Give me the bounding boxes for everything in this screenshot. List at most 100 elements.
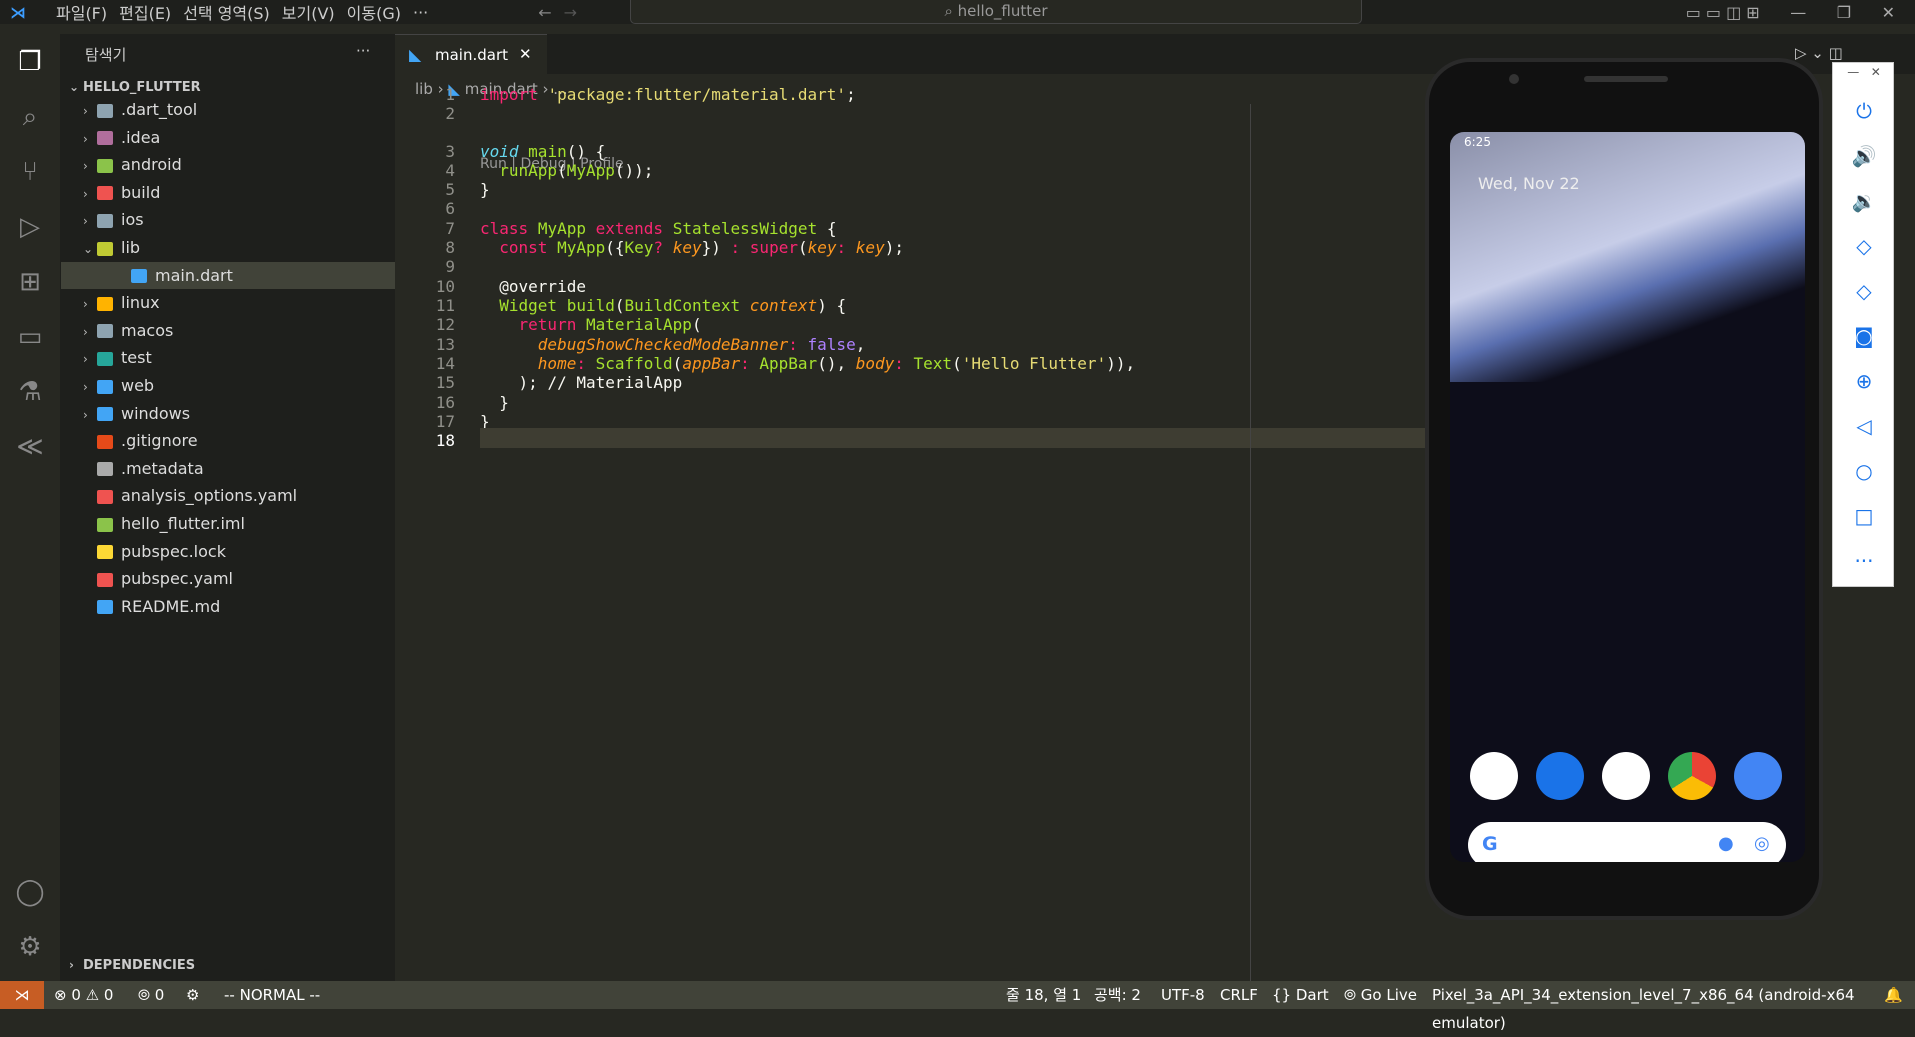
screenshot-icon[interactable]: ◙ xyxy=(1833,324,1895,348)
chevron-icon: › xyxy=(83,104,88,118)
phone-date: Wed, Nov 22 xyxy=(1478,174,1580,193)
tree-item[interactable]: pubspec.yaml xyxy=(61,565,395,592)
account-icon[interactable]: ◯ xyxy=(12,874,48,910)
indentation[interactable]: 공백: 2 xyxy=(1094,981,1141,1009)
messages-app-icon[interactable] xyxy=(1536,752,1584,800)
folder-icon xyxy=(97,296,113,311)
camera-app-icon[interactable] xyxy=(1734,752,1782,800)
run-debug-icon[interactable]: ▷ xyxy=(12,209,48,245)
forward-arrow-icon[interactable]: → xyxy=(564,3,577,22)
code-editor[interactable]: lib › ◣ main.dart › ... 1 2 3 4 5 6 7 8 9 10 11 12 1… xyxy=(395,74,1425,981)
tree-item[interactable]: › build xyxy=(61,179,395,206)
tree-item[interactable]: analysis_options.yaml xyxy=(61,482,395,509)
tree-item-label: lib xyxy=(121,238,141,257)
tree-item[interactable]: ⌄ lib xyxy=(61,234,395,261)
tree-item[interactable]: pubspec.lock xyxy=(61,538,395,565)
power-icon[interactable]: ⏻ xyxy=(1833,99,1895,123)
menu-go[interactable]: 이동(G) xyxy=(347,0,401,24)
mic-icon[interactable]: ● xyxy=(1718,833,1734,854)
search-icon: ⌕ xyxy=(944,2,953,20)
ports-status[interactable]: ⦾ 0 xyxy=(138,981,164,1009)
run-icon[interactable]: ▷ ⌄ ◫ xyxy=(1795,44,1843,62)
android-emulator[interactable]: 6:25 Wed, Nov 22 G ● ◎ xyxy=(1425,58,1823,920)
tree-item[interactable]: › ios xyxy=(61,206,395,233)
volume-up-icon[interactable]: 🔊 xyxy=(1833,144,1895,168)
menu-edit[interactable]: 편집(E) xyxy=(119,0,171,24)
tree-item[interactable]: › web xyxy=(61,372,395,399)
menu-file[interactable]: 파일(F) xyxy=(56,0,107,24)
cursor-position[interactable]: 줄 18, 열 1 xyxy=(1006,981,1081,1009)
home-icon[interactable]: ○ xyxy=(1833,459,1895,483)
back-icon[interactable]: ◁ xyxy=(1833,414,1895,438)
language-mode[interactable]: {} Dart xyxy=(1272,981,1329,1009)
explorer-more-button[interactable]: ··· xyxy=(356,42,370,60)
emulator-window-controls[interactable]: — ✕ xyxy=(1833,65,1895,79)
ruler xyxy=(1250,104,1251,981)
flutter-icon[interactable]: ≪ xyxy=(12,429,48,465)
menu-view[interactable]: 보기(V) xyxy=(282,0,335,24)
chevron-icon: › xyxy=(83,214,88,229)
line-ending[interactable]: CRLF xyxy=(1220,981,1258,1009)
source-control-icon[interactable]: ⑂ xyxy=(12,154,48,190)
tree-item-label: README.md xyxy=(121,596,221,616)
notifications-icon[interactable]: 🔔 xyxy=(1884,981,1903,1009)
tab-main-dart[interactable]: ◣ main.dart ✕ xyxy=(395,34,547,74)
rotate-left-icon[interactable]: ◇ xyxy=(1833,234,1895,258)
remote-explorer-icon[interactable]: ▭ xyxy=(12,319,48,355)
root-label: HELLO_FLUTTER xyxy=(83,80,201,95)
tree-item[interactable]: README.md xyxy=(61,593,395,620)
gmail-app-icon[interactable] xyxy=(1602,752,1650,800)
explorer-icon[interactable]: ❐ xyxy=(12,44,48,80)
debug-icon[interactable]: ⚙ xyxy=(186,981,199,1009)
dependencies-section[interactable]: › DEPENDENCIES xyxy=(69,958,195,973)
back-arrow-icon[interactable]: ← xyxy=(538,3,551,22)
testing-icon[interactable]: ⚗ xyxy=(12,374,48,410)
tree-item[interactable]: › linux xyxy=(61,289,395,316)
tree-item[interactable]: › .idea xyxy=(61,124,395,151)
more-icon[interactable]: ··· xyxy=(1833,549,1895,573)
tree-item[interactable]: › macos xyxy=(61,317,395,344)
line-number: 18 xyxy=(435,431,455,450)
chevron-icon: › xyxy=(83,380,88,394)
problems-count[interactable]: ⊗ 0 ⚠ 0 xyxy=(54,981,113,1009)
tab-close-icon[interactable]: ✕ xyxy=(519,45,532,63)
explorer-sidebar: 탐색기 ··· ⌄ HELLO_FLUTTER › .dart_tool › .idea… xyxy=(61,34,395,981)
flutter-device[interactable]: Pixel_3a_API_34_extension_level_7_x86_64… xyxy=(1432,981,1915,1037)
tree-item[interactable]: › windows xyxy=(61,400,395,427)
phone-app-icon[interactable] xyxy=(1470,752,1518,800)
window-controls[interactable]: ▭ ▭ ◫ ⊞ — ❐ ✕ xyxy=(1686,3,1895,22)
go-live-label: Go Live xyxy=(1360,986,1417,1004)
go-live-button[interactable]: ⦾ Go Live xyxy=(1344,981,1417,1009)
remote-icon[interactable]: ⋊ xyxy=(0,981,44,1009)
encoding[interactable]: UTF-8 xyxy=(1161,981,1205,1009)
tree-item-label: main.dart xyxy=(155,265,233,285)
extensions-icon[interactable]: ⊞ xyxy=(12,264,48,300)
rotate-right-icon[interactable]: ◇ xyxy=(1833,279,1895,303)
search-icon[interactable]: ⌕ xyxy=(12,99,48,135)
tree-item[interactable]: › .dart_tool xyxy=(61,96,395,123)
overview-icon[interactable]: □ xyxy=(1833,504,1895,528)
ports-count: 0 xyxy=(154,986,165,1004)
line-number: 9 xyxy=(445,257,455,276)
tree-item[interactable]: hello_flutter.iml xyxy=(61,510,395,537)
tree-item[interactable]: .gitignore xyxy=(61,427,395,454)
phone-screen[interactable]: 6:25 Wed, Nov 22 G ● ◎ xyxy=(1450,132,1805,862)
explorer-root[interactable]: ⌄ HELLO_FLUTTER xyxy=(69,80,201,95)
chevron-icon: › xyxy=(83,131,88,146)
volume-down-icon[interactable]: 🔉 xyxy=(1833,189,1895,213)
line-number: 17 xyxy=(435,412,455,431)
lens-icon[interactable]: ◎ xyxy=(1754,833,1770,854)
google-search-bar[interactable]: G ● ◎ xyxy=(1468,822,1786,862)
menu-more[interactable]: ··· xyxy=(413,3,428,22)
tree-item[interactable]: main.dart xyxy=(61,261,395,289)
tree-item[interactable]: › test xyxy=(61,344,395,371)
menu-selection[interactable]: 선택 영역(S) xyxy=(183,0,270,24)
line-number: 15 xyxy=(435,373,455,392)
tree-item[interactable]: › android xyxy=(61,151,395,178)
chrome-app-icon[interactable] xyxy=(1668,752,1716,800)
command-center-search[interactable]: ⌕ hello_flutter xyxy=(630,0,1362,24)
tree-item[interactable]: .metadata xyxy=(61,455,395,482)
zoom-icon[interactable]: ⊕ xyxy=(1833,369,1895,393)
closing-label: // MaterialApp xyxy=(547,373,683,392)
settings-gear-icon[interactable]: ⚙ xyxy=(12,929,48,965)
